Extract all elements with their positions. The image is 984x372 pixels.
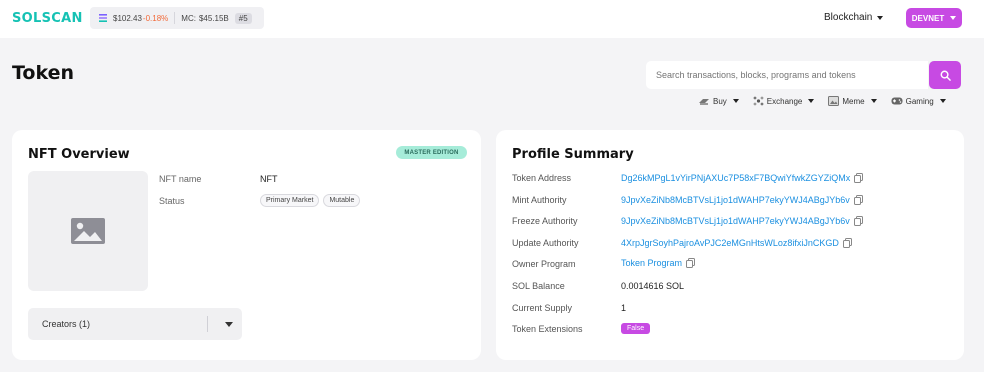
quick-link-label: Exchange: [766, 96, 803, 106]
token-address-value: Dg26kMPgL1vYirPNjAXUc7P58xF7BQwiYfwkZGYZ…: [621, 173, 864, 183]
mint-authority-value: 9JpvXeZiNb8McBTVsLj1jo1dWAHP7ekyYWJ4ABgJ…: [621, 195, 863, 205]
owner-program-link[interactable]: Token Program: [621, 258, 682, 268]
status-tag: Primary Market: [260, 194, 320, 207]
dropdown-divider: [207, 316, 208, 332]
update-authority-value: 4XrpJgrSoyhPajroAvPJC2eMGnHtsWLoz8ifxiJn…: [621, 238, 852, 248]
nft-status-label: Status: [159, 196, 185, 206]
image-icon: [71, 218, 105, 244]
sol-balance-value: 0.0014616 SOL: [621, 281, 685, 291]
owner-program-value: Token Program: [621, 258, 696, 268]
token-extensions-value: False: [621, 323, 651, 334]
quick-link-meme[interactable]: Meme: [828, 96, 877, 106]
search-icon: [940, 70, 951, 81]
chevron-down-icon: [870, 99, 877, 103]
freeze-authority-link[interactable]: 9JpvXeZiNb8McBTVsLj1jo1dWAHP7ekyYWJ4ABgJ…: [621, 216, 850, 226]
blockchain-menu-label: Blockchain: [824, 12, 873, 23]
chevron-down-icon: [939, 99, 946, 103]
chevron-down-icon: [732, 99, 739, 103]
exchange-icon: [753, 96, 764, 106]
market-cap-value: $45.15B: [198, 13, 229, 23]
nft-image-placeholder: [28, 171, 148, 291]
status-tag: Mutable: [323, 194, 361, 207]
copy-icon[interactable]: [853, 195, 863, 205]
sol-price: $102.43: [113, 13, 142, 23]
nft-status-tags: Primary Market Mutable: [260, 194, 361, 207]
blockchain-menu[interactable]: Blockchain: [824, 12, 884, 23]
quick-link-label: Meme: [842, 96, 865, 106]
master-edition-badge: MASTER EDITION: [396, 146, 467, 159]
quick-link-exchange[interactable]: Exchange: [753, 96, 815, 106]
copy-icon[interactable]: [853, 216, 863, 226]
chevron-down-icon: [877, 15, 884, 20]
buy-icon: [699, 98, 709, 105]
owner-program-label: Owner Program: [512, 259, 576, 269]
nft-overview-title: NFT Overview: [28, 147, 130, 162]
quick-links-bar: Buy Exchange Meme Gaming: [698, 96, 946, 106]
quick-link-buy[interactable]: Buy: [698, 97, 739, 106]
profile-summary-card: Profile Summary Token Address Dg26kMPgL1…: [496, 130, 964, 360]
creators-label: Creators (1): [42, 319, 91, 329]
copy-icon[interactable]: [854, 173, 864, 183]
network-selector-button[interactable]: DEVNET: [906, 8, 962, 28]
current-supply-value: 1: [621, 303, 627, 313]
freeze-authority-value: 9JpvXeZiNb8McBTVsLj1jo1dWAHP7ekyYWJ4ABgJ…: [621, 216, 863, 226]
price-divider: [174, 12, 176, 24]
solana-icon: [99, 14, 107, 22]
current-supply-label: Current Supply: [512, 303, 573, 313]
sol-price-widget: $102.43 -0.18% MC: $45.15B #5: [90, 7, 264, 29]
token-address-label: Token Address: [512, 173, 572, 183]
quick-link-label: Buy: [713, 96, 727, 106]
token-address-link[interactable]: Dg26kMPgL1vYirPNjAXUc7P58xF7BQwiYfwkZGYZ…: [621, 173, 850, 183]
profile-summary-title: Profile Summary: [512, 147, 634, 162]
search-button[interactable]: [929, 61, 961, 89]
search-input[interactable]: [646, 61, 928, 89]
copy-icon[interactable]: [842, 238, 852, 248]
sol-price-change: -0.18%: [142, 13, 169, 23]
solscan-logo[interactable]: SOLSCAN: [12, 11, 83, 26]
network-label: DEVNET: [911, 13, 945, 23]
mint-authority-label: Mint Authority: [512, 195, 567, 205]
chevron-down-icon: [950, 16, 957, 20]
sol-balance-label: SOL Balance: [512, 281, 565, 291]
update-authority-label: Update Authority: [512, 238, 579, 248]
update-authority-link[interactable]: 4XrpJgrSoyhPajroAvPJC2eMGnHtsWLoz8ifxiJn…: [621, 238, 839, 248]
creators-dropdown[interactable]: Creators (1): [28, 308, 242, 340]
gaming-icon: [891, 97, 903, 105]
copy-icon[interactable]: [686, 258, 696, 268]
quick-link-label: Gaming: [905, 96, 934, 106]
market-cap-label: MC:: [181, 13, 196, 23]
quick-link-gaming[interactable]: Gaming: [891, 97, 946, 106]
nft-name-label: NFT name: [159, 174, 202, 184]
token-extensions-label: Token Extensions: [512, 324, 583, 334]
meme-icon: [828, 96, 840, 106]
nft-overview-card: NFT Overview MASTER EDITION NFT name NFT…: [12, 130, 481, 360]
mint-authority-link[interactable]: 9JpvXeZiNb8McBTVsLj1jo1dWAHP7ekyYWJ4ABgJ…: [621, 195, 850, 205]
token-extensions-badge: False: [621, 323, 651, 334]
top-navbar: SOLSCAN $102.43 -0.18% MC: $45.15B #5 Bl…: [0, 0, 984, 38]
chevron-down-icon: [808, 99, 815, 103]
page-title: Token: [12, 62, 75, 84]
rank-badge: #5: [234, 12, 252, 24]
freeze-authority-label: Freeze Authority: [512, 216, 578, 226]
chevron-down-icon: [225, 322, 233, 327]
nft-name-value: NFT: [260, 174, 278, 184]
